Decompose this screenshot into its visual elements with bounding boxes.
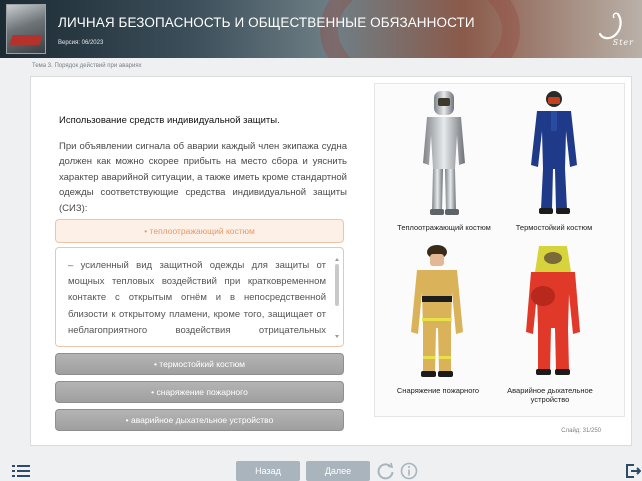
- images-panel: Теплоотражающий костюм Термостойкий кост…: [374, 83, 625, 417]
- scroll-down-icon[interactable]: [335, 335, 339, 338]
- logo-text: Ster: [612, 38, 634, 47]
- next-button[interactable]: Далее: [306, 461, 370, 481]
- accordion-content: – усиленный вид защитной одежды для защи…: [55, 247, 344, 347]
- caption-firefighter-outfit: Снаряжение пожарного: [396, 386, 480, 395]
- emergency-breathing-device-icon: [526, 246, 580, 375]
- scroll-thumb[interactable]: [335, 264, 339, 306]
- accordion-content-text: – усиленный вид защитной одежды для защи…: [68, 260, 326, 336]
- course-title: ЛИЧНАЯ БЕЗОПАСНОСТЬ И ОБЩЕСТВЕННЫЕ ОБЯЗА…: [58, 15, 475, 30]
- ship-photo: [6, 4, 46, 54]
- accordion-item-heat-reflective-suit[interactable]: • теплоотражающий костюм: [55, 219, 344, 243]
- slide-counter: Слайд: 31/250: [561, 428, 601, 434]
- heat-reflective-suit-icon: [423, 91, 465, 215]
- accordion-item-firefighter-outfit[interactable]: • снаряжение пожарного: [55, 381, 344, 403]
- reload-icon[interactable]: [377, 462, 395, 480]
- content-card: Использование средств индивидуальной защ…: [30, 76, 632, 446]
- course-version: Версия: 06/2023: [58, 40, 104, 46]
- exit-icon[interactable]: [625, 463, 641, 479]
- accordion-item-heat-resistant-suit[interactable]: • термостойкий костюм: [55, 353, 344, 375]
- accordion-item-breathing-device[interactable]: • аварийное дыхательное устройство: [55, 409, 344, 431]
- intro-text: При объявлении сигнала об аварии каждый …: [59, 141, 347, 214]
- firefighter-outfit-icon: [411, 245, 463, 377]
- header-banner: ЛИЧНАЯ БЕЗОПАСНОСТЬ И ОБЩЕСТВЕННЫЕ ОБЯЗА…: [0, 0, 642, 58]
- menu-list-icon[interactable]: [12, 464, 30, 478]
- content-scrollbar[interactable]: [335, 258, 339, 338]
- section-title: Использование средств индивидуальной защ…: [59, 115, 280, 126]
- caption-heat-resistant-suit: Термостойкий костюм: [515, 223, 593, 232]
- info-icon[interactable]: [400, 462, 418, 480]
- scroll-up-icon[interactable]: [335, 258, 339, 261]
- back-button[interactable]: Назад: [236, 461, 300, 481]
- breadcrumb: Тема 3. Порядок действий при авариях: [32, 63, 142, 69]
- caption-heat-reflective-suit: Теплоотражающий костюм: [397, 223, 491, 232]
- heat-resistant-suit-icon: [531, 91, 577, 214]
- caption-breathing-device: Аварийное дыхательное устройство: [507, 386, 593, 404]
